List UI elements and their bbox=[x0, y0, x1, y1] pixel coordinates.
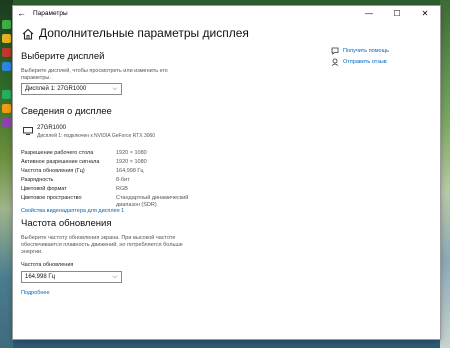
desktop-app-icon[interactable] bbox=[2, 20, 11, 29]
desktop-app-icon[interactable] bbox=[2, 90, 11, 99]
info-value: Стандартный динамический диапазон (SDR) bbox=[116, 195, 189, 208]
desktop-app-icon[interactable] bbox=[2, 48, 11, 57]
info-label: Цветовой формат bbox=[21, 186, 67, 192]
info-label: Цветовое пространство bbox=[21, 195, 82, 201]
close-button[interactable]: ✕ bbox=[411, 7, 439, 21]
info-value: 1920 × 1080 bbox=[116, 159, 147, 165]
monitor-connection: Дисплей 1: подключен к NVIDIA GeForce RT… bbox=[37, 133, 156, 139]
desktop-app-icon[interactable] bbox=[2, 104, 11, 113]
send-feedback-link[interactable]: Отправить отзыв bbox=[331, 58, 387, 66]
info-value: RGB bbox=[116, 186, 128, 192]
chevron-down-icon: ⌵ bbox=[112, 86, 117, 92]
info-label: Разрядность bbox=[21, 177, 54, 183]
home-icon[interactable] bbox=[21, 27, 35, 41]
display-info-heading: Сведения о дисплее bbox=[21, 106, 112, 117]
info-label: Активное разрешение сигнала bbox=[21, 159, 100, 165]
info-value: 164,998 Гц bbox=[116, 168, 144, 174]
get-help-label: Получить помощь bbox=[343, 48, 389, 54]
info-label: Разрешение рабочего стола bbox=[21, 150, 94, 156]
monitor-icon bbox=[23, 127, 33, 135]
refresh-rate-heading: Частота обновления bbox=[21, 218, 112, 229]
desktop-left-strip bbox=[0, 0, 13, 348]
maximize-button[interactable]: ☐ bbox=[383, 7, 411, 21]
back-arrow-icon[interactable]: ← bbox=[17, 8, 26, 18]
chevron-down-icon: ⌵ bbox=[112, 274, 117, 280]
select-display-heading: Выберите дисплей bbox=[21, 51, 105, 62]
info-value: 1920 × 1080 bbox=[116, 150, 147, 156]
page-title: Дополнительные параметры дисплея bbox=[39, 26, 249, 40]
select-display-description: Выберите дисплей, чтобы просмотреть или … bbox=[21, 68, 168, 81]
desktop-app-icon[interactable] bbox=[2, 118, 11, 127]
info-label: Частота обновления (Гц) bbox=[21, 168, 85, 174]
display-dropdown[interactable]: Дисплей 1: 27GR1000 ⌵ bbox=[21, 83, 122, 95]
refresh-rate-dropdown[interactable]: 164,998 Гц ⌵ bbox=[21, 271, 122, 283]
adapter-properties-link[interactable]: Свойства видеоадаптера для дисплея 1 bbox=[21, 208, 124, 214]
display-dropdown-value: Дисплей 1: 27GR1000 bbox=[25, 86, 87, 92]
minimize-button[interactable]: — bbox=[355, 7, 383, 21]
window-title: Параметры bbox=[33, 10, 68, 17]
get-help-link[interactable]: Получить помощь bbox=[331, 47, 389, 55]
desktop-right-strip bbox=[440, 0, 450, 348]
monitor-name: 27GR1000 bbox=[37, 125, 67, 131]
info-value: 8-бит bbox=[116, 177, 130, 183]
refresh-rate-description: Выберите частоту обновления экрана. При … bbox=[21, 235, 183, 255]
send-feedback-label: Отправить отзыв bbox=[343, 59, 387, 65]
desktop-app-icon[interactable] bbox=[2, 62, 11, 71]
help-icon bbox=[331, 47, 339, 55]
desktop-app-icon[interactable] bbox=[2, 34, 11, 43]
refresh-rate-label: Частота обновления bbox=[21, 262, 74, 268]
refresh-rate-dropdown-value: 164,998 Гц bbox=[25, 274, 56, 280]
learn-more-link[interactable]: Подробнее bbox=[21, 290, 50, 296]
settings-window: ← Параметры — ☐ ✕ Дополнительные парамет… bbox=[13, 6, 440, 339]
feedback-icon bbox=[331, 58, 339, 66]
title-bar: ← Параметры — ☐ ✕ bbox=[13, 6, 440, 23]
